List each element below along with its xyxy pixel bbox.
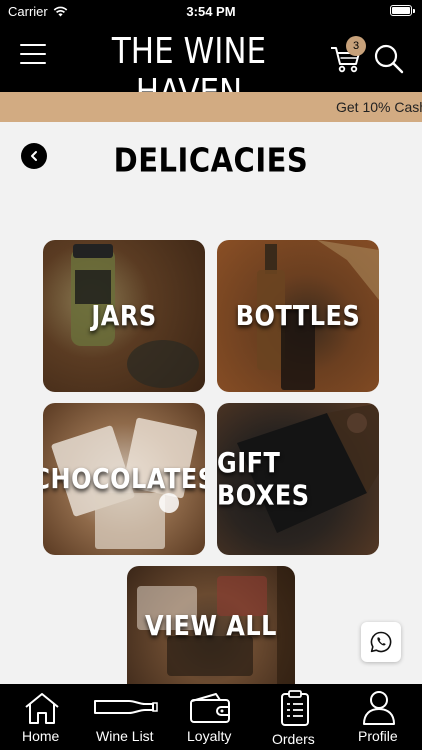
whatsapp-button[interactable] bbox=[361, 622, 401, 662]
tile-label: CHOCOLATES bbox=[43, 462, 205, 496]
nav-label: Home bbox=[22, 728, 60, 744]
menu-button[interactable] bbox=[20, 44, 46, 66]
category-tile-jars[interactable]: JARS bbox=[43, 240, 205, 392]
tile-label: VIEW ALL bbox=[145, 609, 277, 643]
bottle-icon bbox=[94, 700, 158, 714]
nav-label: Profile bbox=[358, 728, 398, 744]
nav-item-profile[interactable]: Profile bbox=[348, 684, 410, 750]
tile-label: GIFT BOXES bbox=[217, 446, 310, 512]
nav-item-loyalty[interactable]: Loyalty bbox=[180, 684, 242, 750]
search-button[interactable] bbox=[374, 44, 404, 74]
app-header: THE WINE HAVEN 3 bbox=[0, 22, 422, 113]
status-bar: Carrier 3:54 PM bbox=[0, 0, 422, 22]
nav-label: Loyalty bbox=[187, 728, 232, 744]
nav-item-wine-list[interactable]: Wine List bbox=[88, 684, 164, 750]
battery-icon bbox=[390, 5, 415, 16]
nav-item-home[interactable]: Home bbox=[12, 684, 72, 750]
category-tile-view-all[interactable]: VIEW ALL bbox=[127, 566, 295, 686]
wallet-icon bbox=[190, 693, 230, 723]
back-button[interactable] bbox=[21, 143, 47, 169]
tile-label: BOTTLES bbox=[235, 299, 361, 333]
nav-item-orders[interactable]: Orders bbox=[264, 684, 326, 750]
user-icon bbox=[363, 691, 395, 725]
cart-count-badge: 3 bbox=[346, 36, 366, 56]
tile-label: JARS bbox=[91, 299, 157, 333]
page-title: DELICACIES bbox=[113, 140, 309, 180]
clock: 3:54 PM bbox=[186, 4, 236, 19]
search-icon bbox=[374, 44, 404, 74]
promo-banner: Get 10% Cash bbox=[0, 92, 422, 122]
whatsapp-icon bbox=[370, 631, 392, 653]
cart-button[interactable]: 3 bbox=[330, 36, 366, 73]
nav-label: Orders bbox=[272, 731, 315, 747]
nav-label: Wine List bbox=[96, 728, 154, 744]
home-icon bbox=[25, 693, 59, 724]
promo-text: Get 10% Cash bbox=[336, 99, 422, 115]
clipboard-icon bbox=[281, 690, 309, 726]
category-tile-bottles[interactable]: BOTTLES bbox=[217, 240, 379, 392]
category-tile-chocolates[interactable]: CHOCOLATES bbox=[43, 403, 205, 555]
bottom-nav: Home Wine List Loyalty Orders Profile bbox=[0, 684, 422, 750]
chevron-left-icon bbox=[31, 151, 37, 161]
category-tile-gift-boxes[interactable]: GIFT BOXES bbox=[217, 403, 379, 555]
